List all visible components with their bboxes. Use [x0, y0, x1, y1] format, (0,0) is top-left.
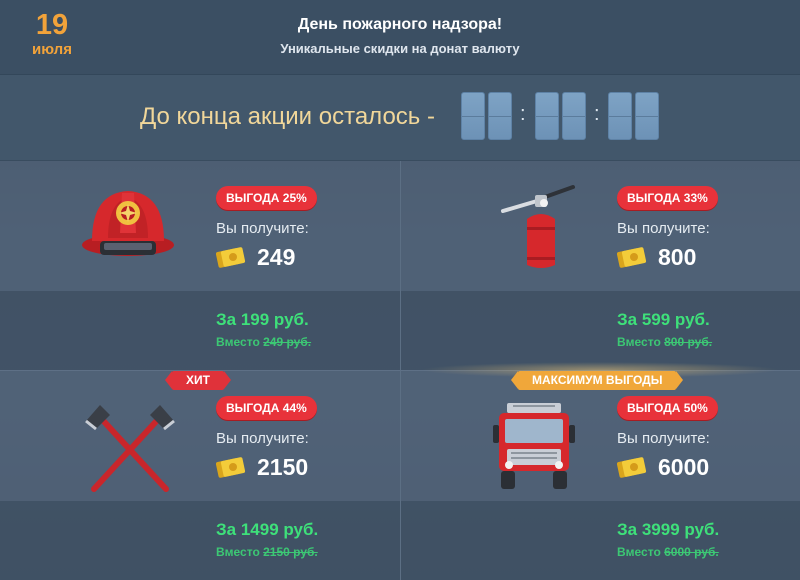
currency-ticket-icon: [216, 457, 246, 478]
countdown: До конца акции осталось - : :: [0, 75, 800, 161]
helmet-icon: [82, 191, 174, 256]
currency-amount: 6000: [658, 454, 710, 480]
offer-price: За 1499 руб.: [216, 520, 319, 539]
fire-truck-icon: [493, 403, 575, 489]
currency-ticket-icon: [216, 247, 246, 268]
offer-old-price: Вместо 2150 руб.: [216, 545, 318, 559]
date-day: 19: [35, 9, 69, 41]
offer-card-top: [0, 371, 400, 501]
old-price-value: 2150 руб.: [263, 545, 318, 559]
currency-ticket-icon: [617, 247, 647, 268]
discount-badge: ВЫГОДА 25%: [216, 186, 317, 210]
countdown-digit-minutes-1: [535, 92, 559, 140]
old-price-value: 6000 руб.: [664, 545, 719, 559]
fire-extinguisher-icon: [501, 185, 575, 268]
discount-badge: ВЫГОДА 44%: [216, 396, 317, 420]
offer-card-top: [401, 161, 800, 291]
offer-card-bottom: За 199 руб. Вместо 249 руб.: [0, 291, 400, 370]
old-price-prefix: Вместо: [216, 335, 260, 349]
currency-amount: 800: [658, 244, 697, 270]
receive-label: Вы получите:: [617, 430, 710, 447]
title-block: День пожарного надзора! Уникальные скидк…: [150, 16, 650, 56]
offer-old-price: Вместо 800 руб.: [617, 335, 712, 349]
currency-amount: 2150: [257, 454, 309, 480]
offer-card-top: [0, 161, 400, 291]
crossed-axes-icon: [85, 405, 175, 492]
countdown-digit-seconds-2: [635, 92, 659, 140]
offer-price: За 3999 руб.: [617, 520, 720, 539]
offer-card-truck[interactable]: За 3999 руб. Вместо 6000 руб. ВЫГОДА 50%…: [401, 371, 800, 580]
offer-card-bottom: За 599 руб. Вместо 800 руб.: [401, 291, 800, 370]
page-subtitle: Уникальные скидки на донат валюту: [280, 41, 520, 56]
offer-old-price: Вместо 6000 руб.: [617, 545, 719, 559]
offer-card-axes[interactable]: За 1499 руб. Вместо 2150 руб. ВЫГОДА 44%…: [0, 371, 400, 580]
date-month: июля: [32, 41, 72, 58]
countdown-digit-hours-1: [461, 92, 485, 140]
date-badge: 19 июля: [22, 10, 82, 58]
countdown-digit-minutes-2: [562, 92, 586, 140]
offer-price: За 199 руб.: [216, 310, 309, 329]
old-price-value: 800 руб.: [664, 335, 713, 349]
receive-label: Вы получите:: [216, 220, 309, 237]
currency-amount: 249: [257, 244, 296, 270]
currency-ticket-icon: [617, 457, 647, 478]
offer-price: За 599 руб.: [617, 310, 710, 329]
old-price-prefix: Вместо: [617, 335, 661, 349]
offer-card-bottom: За 3999 руб. Вместо 6000 руб.: [401, 501, 800, 580]
max-benefit-ribbon: МАКСИМУМ ВЫГОДЫ: [510, 371, 684, 390]
receive-label: Вы получите:: [216, 430, 309, 447]
countdown-digit-hours-2: [488, 92, 512, 140]
promo-page: 19 июля День пожарного надзора! Уникальн…: [0, 0, 800, 580]
offer-card-extinguisher[interactable]: За 599 руб. Вместо 800 руб. ВЫГОДА 33% В…: [401, 161, 800, 370]
countdown-digit-seconds-1: [608, 92, 632, 140]
countdown-separator: :: [594, 103, 600, 125]
receive-label: Вы получите:: [617, 220, 710, 237]
header: 19 июля День пожарного надзора! Уникальн…: [0, 0, 800, 75]
countdown-label: До конца акции осталось -: [140, 103, 435, 130]
offer-card-helmet[interactable]: За 199 руб. Вместо 249 руб. ВЫГОДА 25% В…: [0, 161, 400, 370]
countdown-separator: :: [520, 103, 526, 125]
offer-old-price: Вместо 249 руб.: [216, 335, 311, 349]
offer-card-bottom: За 1499 руб. Вместо 2150 руб.: [0, 501, 400, 580]
discount-badge: ВЫГОДА 33%: [617, 186, 718, 210]
old-price-value: 249 руб.: [263, 335, 312, 349]
hit-ribbon: ХИТ: [165, 371, 231, 390]
old-price-prefix: Вместо: [617, 545, 661, 559]
offer-card-top: [401, 371, 800, 501]
page-title: День пожарного надзора!: [297, 16, 503, 33]
old-price-prefix: Вместо: [216, 545, 260, 559]
discount-badge: ВЫГОДА 50%: [617, 396, 718, 420]
